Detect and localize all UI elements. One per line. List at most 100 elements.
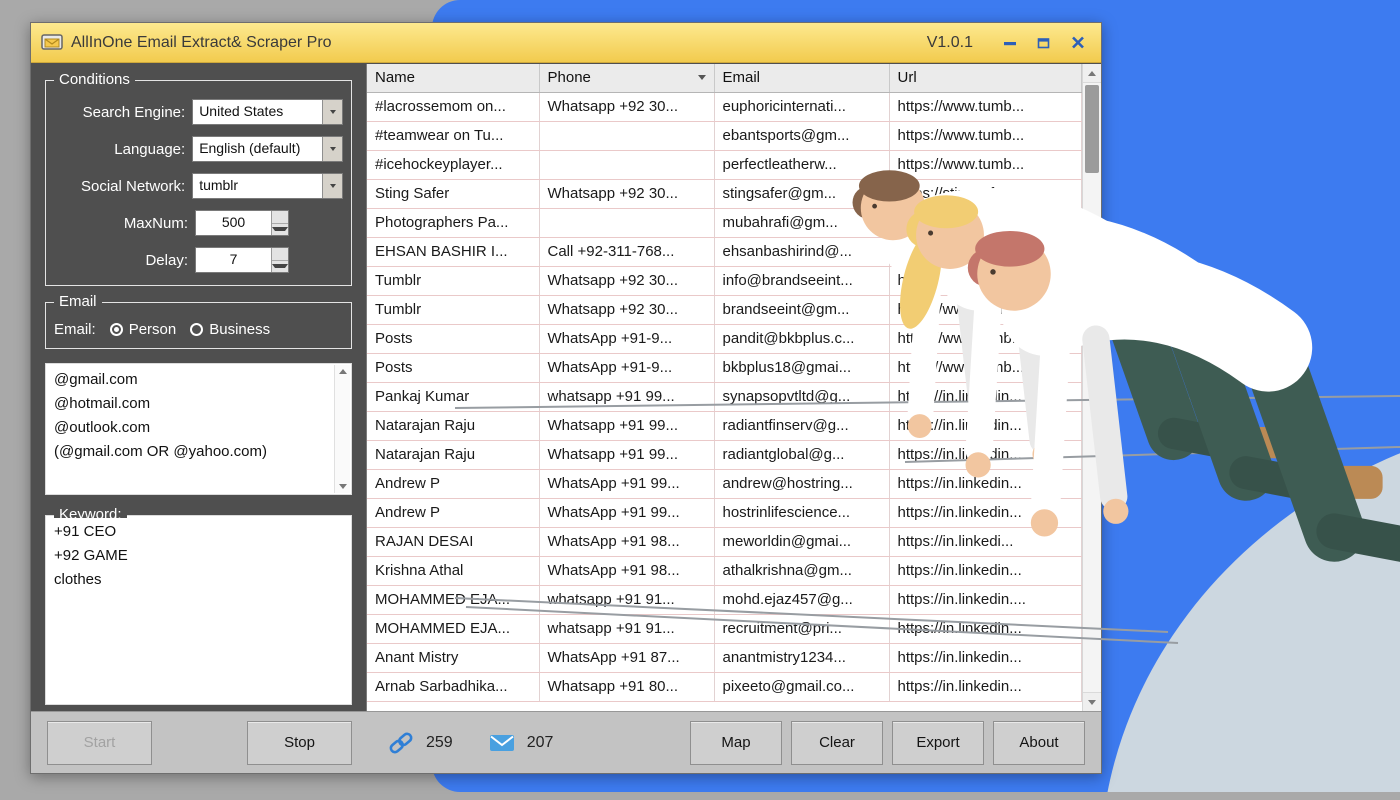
column-header-url[interactable]: Url [889,64,1082,93]
export-button[interactable]: Export [892,720,984,765]
email-group-label: Email [54,293,102,310]
conditions-group: Conditions Search Engine: United States … [45,71,352,286]
map-button[interactable]: Map [690,720,782,765]
email-field-label: Email: [54,321,96,338]
delay-stepper[interactable]: 7 [195,247,289,273]
table-row[interactable]: Andrew P WhatsApp +91 99... hostrinlifesci… [367,498,1082,528]
table-row[interactable]: #lacrossemom on... Whatsapp +92 30... euph… [367,92,1082,122]
phone-filter-icon[interactable] [697,75,706,81]
scrollbar-up-button[interactable] [1083,64,1101,83]
scrollbar-thumb[interactable] [1085,85,1099,173]
table-cell: https://in.linkedin... [889,498,1082,528]
delay-up-button[interactable] [272,248,288,261]
table-cell: whatsapp +91 91... [539,585,715,615]
table-row[interactable]: Natarajan Raju Whatsapp +91 99... radiantg… [367,440,1082,470]
social-network-dropdown-button[interactable] [322,174,342,198]
scrollbar-down-button[interactable] [1083,692,1101,711]
table-row[interactable]: Tumblr Whatsapp +92 30... brandseeint@gm..… [367,295,1082,325]
language-select[interactable]: English (default) [192,136,343,162]
table-row[interactable]: Anant Mistry WhatsApp +91 87... anantmistr… [367,643,1082,673]
close-button[interactable] [1065,32,1091,54]
social-network-select[interactable]: tumblr [192,173,343,199]
email-patterns-scrollbar[interactable] [334,365,350,493]
table-row[interactable]: MOHAMMED EJA... whatsapp +91 91... mohd.ej… [367,585,1082,615]
table-cell: #teamwear on Tu... [367,121,540,151]
column-header-email[interactable]: Email [714,64,890,93]
table-row[interactable]: Andrew P WhatsApp +91 99... andrew@hostrin… [367,469,1082,499]
table-cell: stingsafer@gm... [714,179,890,209]
table-cell: mubahrafi@gm... [714,208,890,238]
table-row[interactable]: EHSAN BASHIR I... Call +92-311-768... ehsa… [367,237,1082,267]
maxnum-down-button[interactable] [272,223,288,235]
business-radio[interactable] [190,323,204,336]
close-icon [1072,36,1084,49]
table-row[interactable]: #teamwear on Tu... ebantsports@gm... https… [367,121,1082,151]
email-patterns-input[interactable]: @gmail.com @hotmail.com @outlook.com (@g… [48,366,333,492]
scroll-up-icon [1088,70,1096,76]
table-row[interactable]: Posts WhatsApp +91-9... pandit@bkbplus.c..… [367,324,1082,354]
table-row[interactable]: Sting Safer Whatsapp +92 30... stingsafer@… [367,179,1082,209]
table-cell: whatsapp +91 91... [539,614,715,644]
table-row[interactable]: Posts WhatsApp +91-9... bkbplus18@gmai... h… [367,353,1082,383]
person-radio[interactable] [109,323,123,336]
mail-icon [489,735,514,751]
column-header-phone[interactable]: Phone [539,64,715,93]
table-row[interactable]: RAJAN DESAI WhatsApp +91 98... meworldin@g… [367,527,1082,557]
table-row[interactable]: Natarajan Raju Whatsapp +91 99... radiantf… [367,411,1082,441]
table-cell: WhatsApp +91 99... [539,469,715,499]
table-cell: EHSAN BASHIR I... [367,237,540,267]
table-row[interactable]: Pankaj Kumar whatsapp +91 99... synapsopvt… [367,382,1082,412]
table-cell: Anant Mistry [367,643,540,673]
table-cell: Andrew P [367,469,540,499]
bottom-toolbar: Start Stop 259 207 Map Clear Export Abou… [31,711,1101,773]
table-cell: brandseeint@gm... [714,295,890,325]
table-cell: Whatsapp +91 99... [539,411,715,441]
conditions-group-label: Conditions [54,71,135,88]
table-row[interactable]: Photographers Pa... mubahrafi@gm... https:… [367,208,1082,238]
table-cell: Whatsapp +92 30... [539,295,715,325]
table-row[interactable]: Tumblr Whatsapp +92 30... info@brandseeint… [367,266,1082,296]
minimize-button[interactable] [997,32,1023,54]
maximize-button[interactable] [1031,32,1057,54]
table-cell: https://in.linkedin... [889,643,1082,673]
email-group: Email Email: Person Business [45,293,352,349]
language-dropdown-button[interactable] [322,137,342,161]
table-row[interactable]: #icehockeyplayer... perfectleatherw... htt… [367,150,1082,180]
table-row[interactable]: Arnab Sarbadhika... Whatsapp +91 80... pix… [367,672,1082,702]
delay-row: Delay: 7 [54,247,343,273]
table-cell: whatsapp +91 99... [539,382,715,412]
link-icon [389,732,413,753]
table-scrollbar[interactable] [1082,64,1101,711]
search-engine-select[interactable]: United States [192,99,343,125]
table-row[interactable]: Krishna Athal WhatsApp +91 98... athalkris… [367,556,1082,586]
maxnum-up-button[interactable] [272,211,288,224]
search-engine-dropdown-button[interactable] [322,100,342,124]
table-row[interactable]: MOHAMMED EJA... whatsapp +91 91... recruit… [367,614,1082,644]
maxnum-row: MaxNum: 500 [54,210,343,236]
table-cell: euphoricinternati... [714,92,890,122]
table-cell: https://in.linkedin... [889,469,1082,499]
table-cell: pixeeto@gmail.co... [714,672,890,702]
search-engine-value: United States [199,103,284,119]
table-cell: info@brandseeint... [714,266,890,296]
table-cell: Whatsapp +91 80... [539,672,715,702]
table-cell: Posts [367,353,540,383]
social-network-value: tumblr [199,177,239,193]
about-button[interactable]: About [993,720,1085,765]
table-cell: Whatsapp +92 30... [539,266,715,296]
table-cell [539,121,715,151]
start-button[interactable]: Start [47,720,152,765]
table-cell: Krishna Athal [367,556,540,586]
results-table-wrap: Name Phone Email Url #lacrossemom on... W… [366,64,1101,711]
table-cell: Sting Safer [367,179,540,209]
clear-button[interactable]: Clear [791,720,883,765]
delay-down-button[interactable] [272,260,288,272]
link-count: 259 [426,733,453,751]
stop-button[interactable]: Stop [247,720,352,765]
column-header-name[interactable]: Name [367,64,540,93]
maxnum-stepper[interactable]: 500 [195,210,289,236]
table-cell: Whatsapp +92 30... [539,92,715,122]
table-cell: https://in.linkedin... [889,440,1082,470]
keyword-input[interactable]: +91 CEO +92 GAME clothes [48,518,349,702]
window-title: AllInOne Email Extract& Scraper Pro [71,33,332,51]
